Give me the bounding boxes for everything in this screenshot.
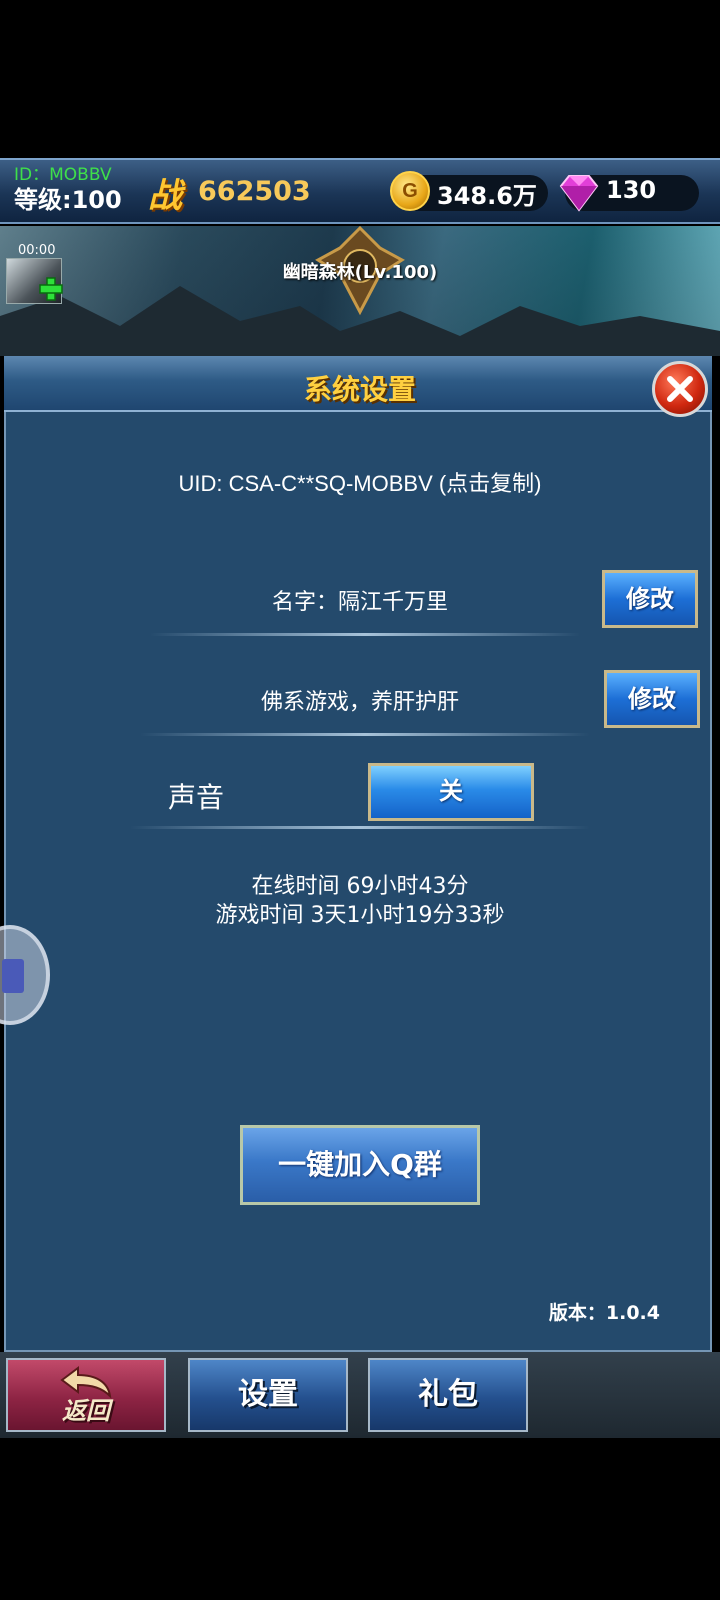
divider <box>150 633 580 636</box>
skill-timer: 00:00 <box>18 243 56 258</box>
map-name: 幽暗森林(Lv.100) <box>282 262 438 283</box>
back-label: 返回 <box>62 1396 110 1425</box>
player-level: 等级:100 <box>14 186 122 214</box>
divider <box>130 826 590 829</box>
gem-value: 130 <box>606 176 657 204</box>
version-label: 版本：1.0.4 <box>548 1302 660 1324</box>
battle-power-icon: 战 <box>148 176 182 216</box>
settings-title: 系统设置 <box>303 373 416 406</box>
close-button[interactable] <box>652 361 708 417</box>
edit-motto-button[interactable]: 修改 <box>604 670 700 728</box>
close-icon <box>667 376 693 402</box>
game-time: 游戏时间 3天1小时19分33秒 <box>215 903 505 928</box>
join-qq-group-button[interactable]: 一键加入Q群 <box>240 1125 480 1205</box>
sound-toggle[interactable]: 关 <box>368 763 534 821</box>
edit-name-button[interactable]: 修改 <box>602 570 698 628</box>
back-button[interactable]: 返回 <box>6 1358 166 1432</box>
uid-copy-text[interactable]: UID: CSA-C**SQ-MOBBV (点击复制) <box>0 466 720 498</box>
player-name-label: 名字：隔江千万里 <box>271 590 448 615</box>
diamond-icon <box>559 175 599 212</box>
motto-label: 佛系游戏，养肝护肝 <box>260 690 459 715</box>
gold-coin-icon: G <box>390 171 430 211</box>
battle-power-value: 662503 <box>198 176 311 207</box>
sound-label: 声音 <box>168 781 225 814</box>
gold-value: 348.6万 <box>437 182 537 210</box>
divider <box>140 733 590 736</box>
tab-settings[interactable]: 设置 <box>188 1358 348 1432</box>
tab-gift[interactable]: 礼包 <box>368 1358 528 1432</box>
plus-icon[interactable] <box>38 276 64 302</box>
book-icon <box>2 959 24 993</box>
online-time: 在线时间 69小时43分 <box>251 874 469 899</box>
